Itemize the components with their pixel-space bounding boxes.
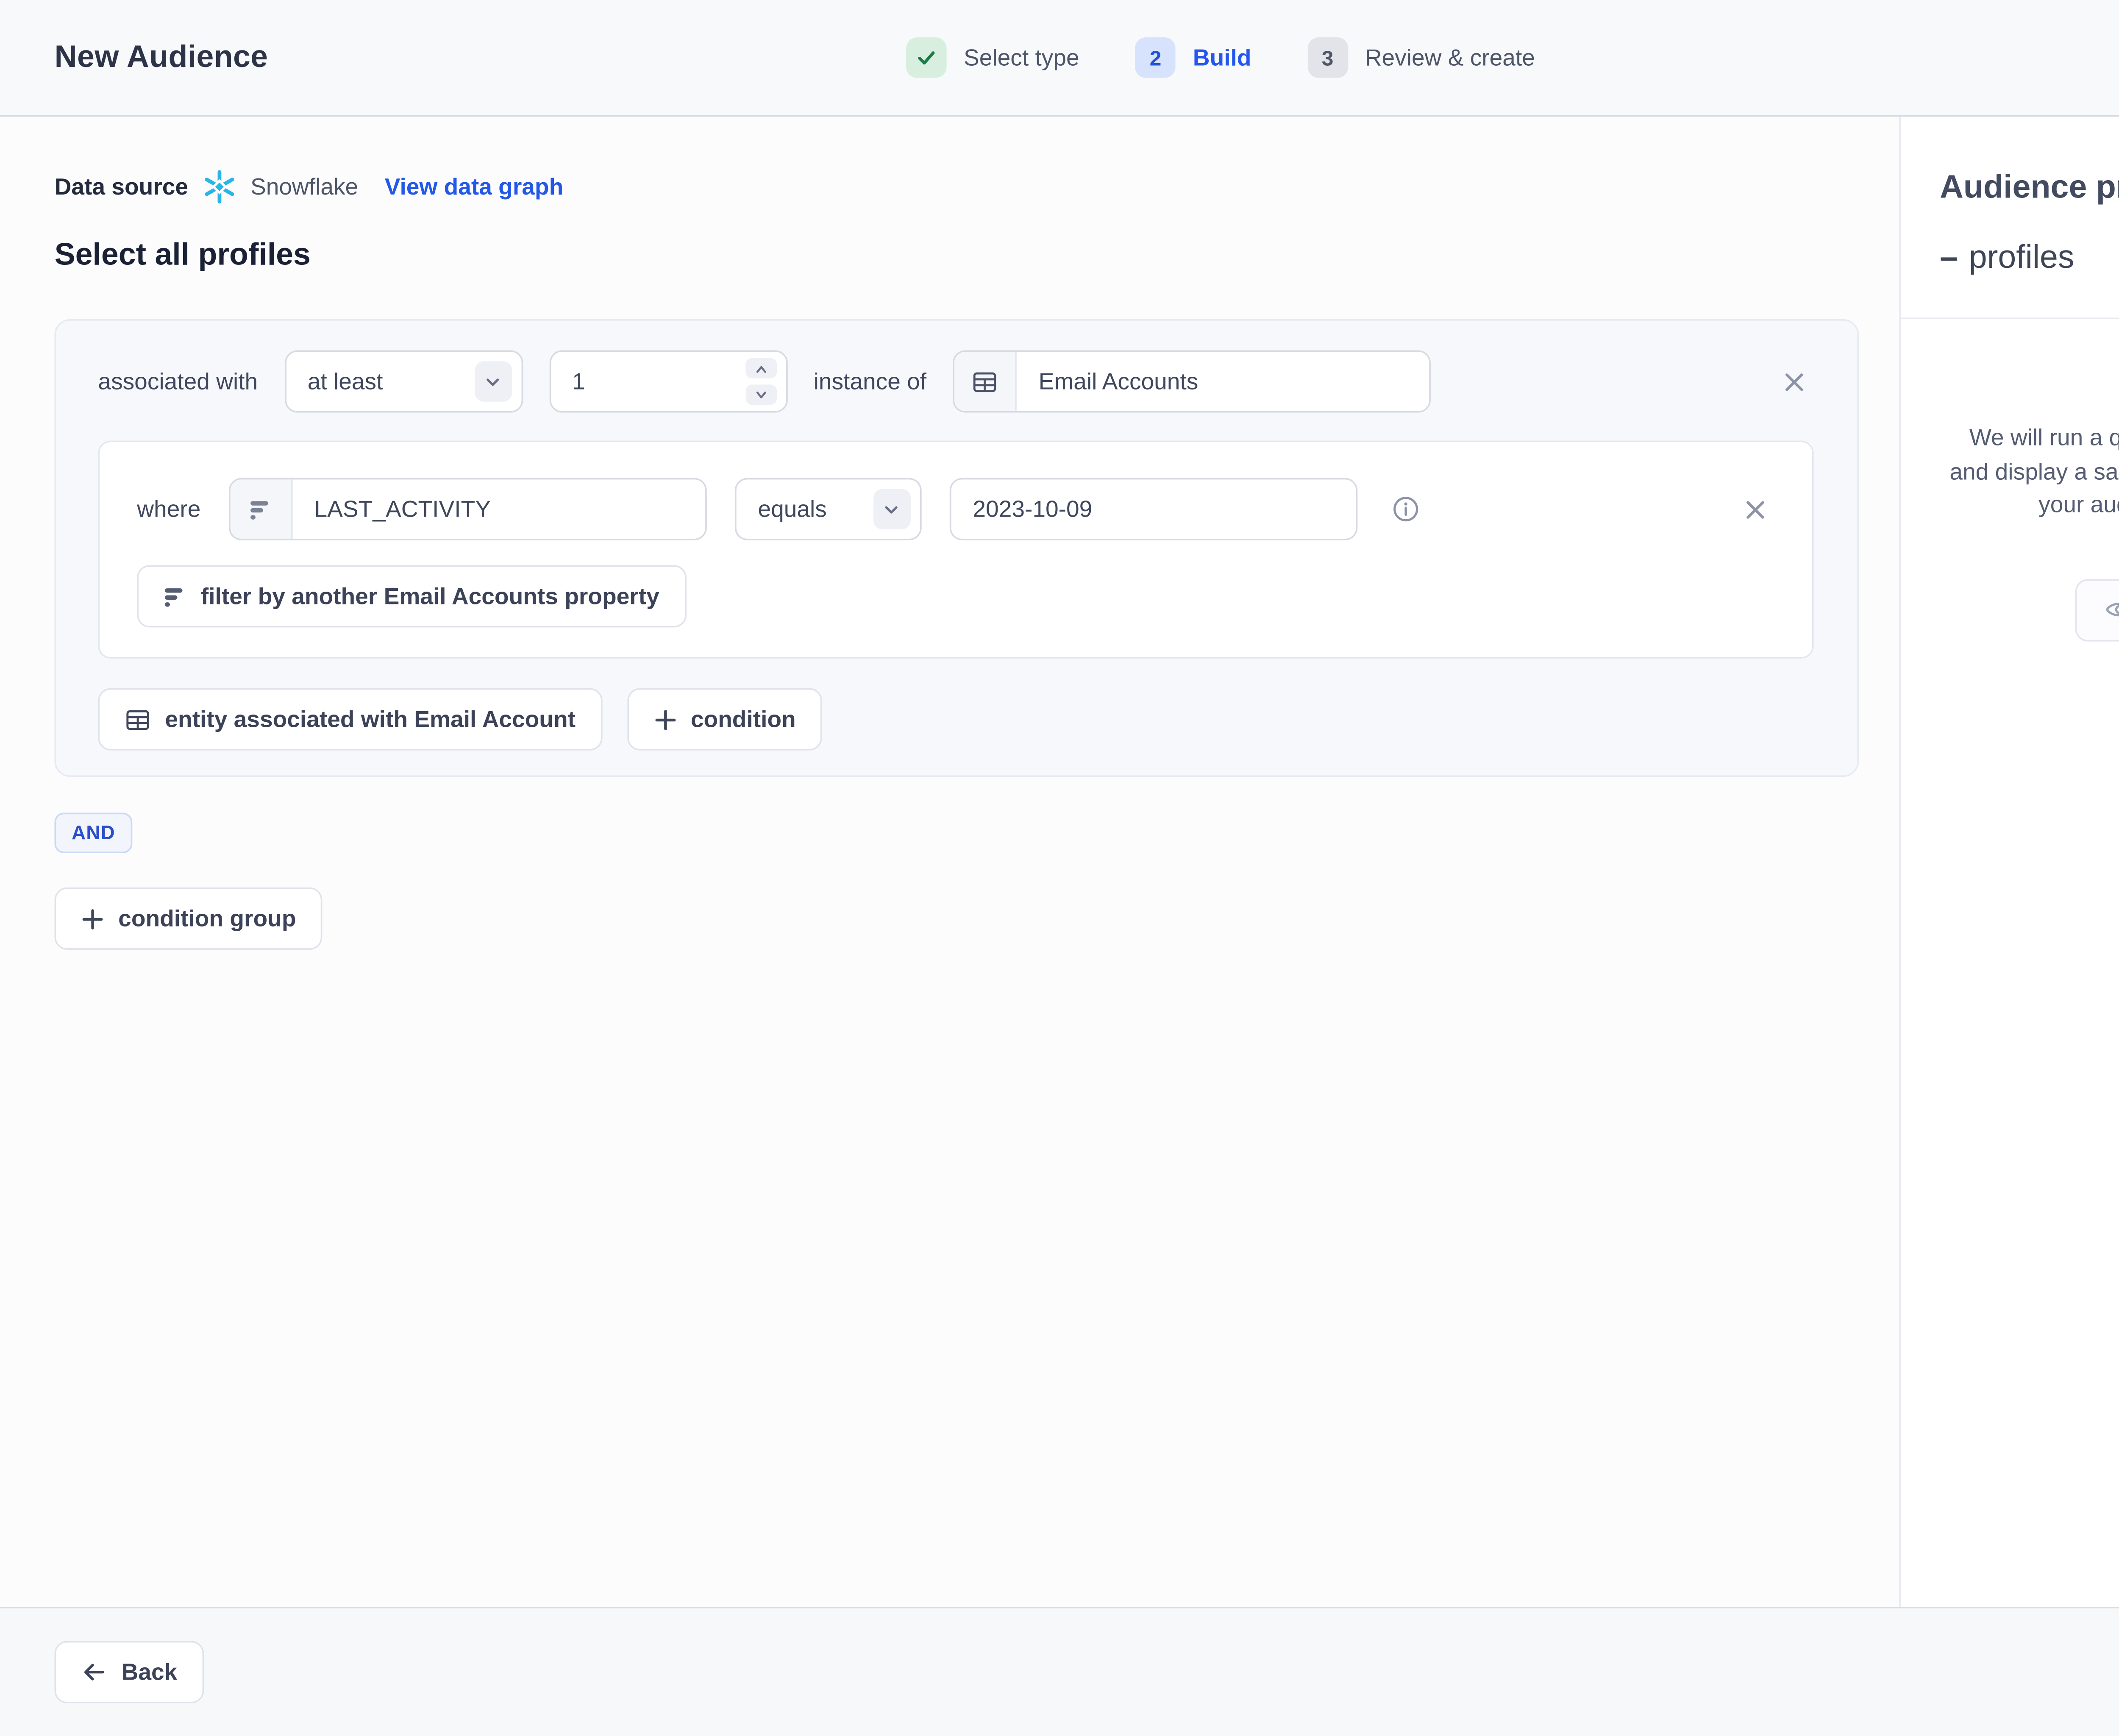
date-input[interactable]: 2023-10-09 (949, 478, 1357, 540)
audience-preview-pane: Audience preview –profiles We will run a… (1899, 117, 2119, 1607)
step-label: Build (1193, 44, 1251, 71)
chevron-down-icon (756, 391, 766, 398)
decrement-button[interactable] (745, 384, 776, 405)
info-icon[interactable] (1385, 489, 1426, 529)
eye-icon (2106, 603, 2119, 617)
count-value: 1 (572, 368, 585, 395)
profile-count: – profiles (1940, 240, 2119, 277)
preview-note: We will run a query on your warehouse an… (1949, 425, 2119, 519)
step-review-create[interactable]: 3 Review & create (1307, 37, 1535, 78)
date-value: 2023-10-09 (973, 495, 1093, 523)
instance-of-label: instance of (813, 368, 927, 395)
filter-by-property-label: filter by another Email Accounts propert… (200, 583, 659, 610)
plus-icon (655, 709, 676, 730)
association-row: associated with at least 1 instance of E… (98, 350, 1814, 413)
step-done-badge (906, 37, 947, 78)
step-label: Select type (963, 44, 1079, 71)
preview-title: Audience preview (1940, 170, 2119, 206)
count-stepper[interactable]: 1 (549, 350, 787, 413)
preview-header: Audience preview –profiles (1901, 117, 2119, 318)
where-clause-card: where LAST_ACTIVITY equals 2023-10-09 fi… (98, 440, 1814, 659)
table-icon (954, 352, 1017, 411)
view-data-graph-link[interactable]: View data graph (385, 174, 564, 200)
associated-with-label: associated with (98, 368, 258, 395)
chevron-down-icon (474, 361, 512, 402)
page-title: New Audience (54, 39, 268, 74)
increment-button[interactable] (745, 358, 776, 378)
profile-count-value: – (1940, 239, 1958, 276)
add-condition-group-button[interactable]: condition group (54, 887, 323, 950)
add-condition-group-label: condition group (118, 905, 296, 932)
back-button-label: Back (121, 1659, 178, 1686)
property-value: LAST_ACTIVITY (314, 495, 491, 523)
back-button[interactable]: Back (54, 1641, 204, 1703)
step-select-type[interactable]: Select type (906, 37, 1079, 78)
step-label: Review & create (1365, 44, 1535, 71)
entity-value: Email Accounts (1038, 368, 1199, 395)
condition-actions-row: entity associated with Email Account con… (98, 688, 1813, 751)
operator-value: at least (307, 368, 383, 395)
profile-count-unit: profiles (1969, 239, 2075, 276)
and-operator-badge[interactable]: AND (54, 812, 133, 854)
top-header: New Audience Select type 2 Build 3 Revie… (0, 0, 2119, 117)
comparator-value: equals (758, 495, 827, 523)
arrow-left-icon (84, 1664, 104, 1680)
audience-builder-canvas: Data source Snowflake View data graph Se… (0, 117, 1899, 1607)
close-icon (1785, 373, 1802, 390)
data-source-label: Data source (54, 173, 189, 200)
chevron-up-icon (756, 365, 766, 372)
property-select[interactable]: LAST_ACTIVITY (228, 478, 707, 540)
data-source-row: Data source Snowflake View data graph (55, 170, 1859, 204)
close-icon (1746, 500, 1763, 518)
where-row: where LAST_ACTIVITY equals 2023-10-09 (137, 478, 1774, 540)
filter-button-row: filter by another Email Accounts propert… (137, 565, 1774, 628)
condition-group-card: associated with at least 1 instance of E… (54, 319, 1859, 777)
remove-condition-button[interactable] (1773, 361, 1814, 402)
add-condition-label: condition (690, 706, 796, 733)
check-icon (918, 51, 935, 65)
comparator-select[interactable]: equals (734, 478, 922, 540)
step-number-badge: 2 (1135, 37, 1176, 78)
data-source-name: Snowflake (250, 173, 359, 200)
remove-where-button[interactable] (1734, 489, 1775, 529)
filter-by-property-button[interactable]: filter by another Email Accounts propert… (137, 565, 686, 628)
operator-select[interactable]: at least (284, 350, 523, 413)
plus-icon (82, 908, 103, 929)
preview-button[interactable]: Preview (2075, 578, 2119, 641)
table-icon (126, 709, 149, 729)
select-all-profiles-heading: Select all profiles (54, 238, 311, 273)
filter-icon (230, 479, 293, 539)
new-audience-page: New Audience Select type 2 Build 3 Revie… (0, 0, 2119, 1736)
where-label: where (137, 495, 201, 523)
body-row: Data source Snowflake View data graph Se… (0, 117, 2119, 1607)
snowflake-icon (204, 170, 234, 204)
chevron-down-icon (873, 489, 911, 529)
entity-associated-button[interactable]: entity associated with Email Account (98, 688, 602, 751)
stepper: Select type 2 Build 3 Review & create (906, 37, 1535, 78)
condition-group-row: condition group (54, 887, 1859, 950)
entity-select[interactable]: Email Accounts (953, 350, 1431, 413)
preview-body: We will run a query on your warehouse an… (1901, 319, 2119, 641)
step-build[interactable]: 2 Build (1135, 37, 1251, 78)
step-number-badge: 3 (1307, 37, 1348, 78)
entity-associated-label: entity associated with Email Account (165, 706, 576, 733)
filter-icon (165, 587, 183, 606)
add-condition-button[interactable]: condition (627, 688, 823, 751)
number-stepper-buttons (745, 358, 776, 405)
footer-bar: Back Next (0, 1607, 2119, 1736)
